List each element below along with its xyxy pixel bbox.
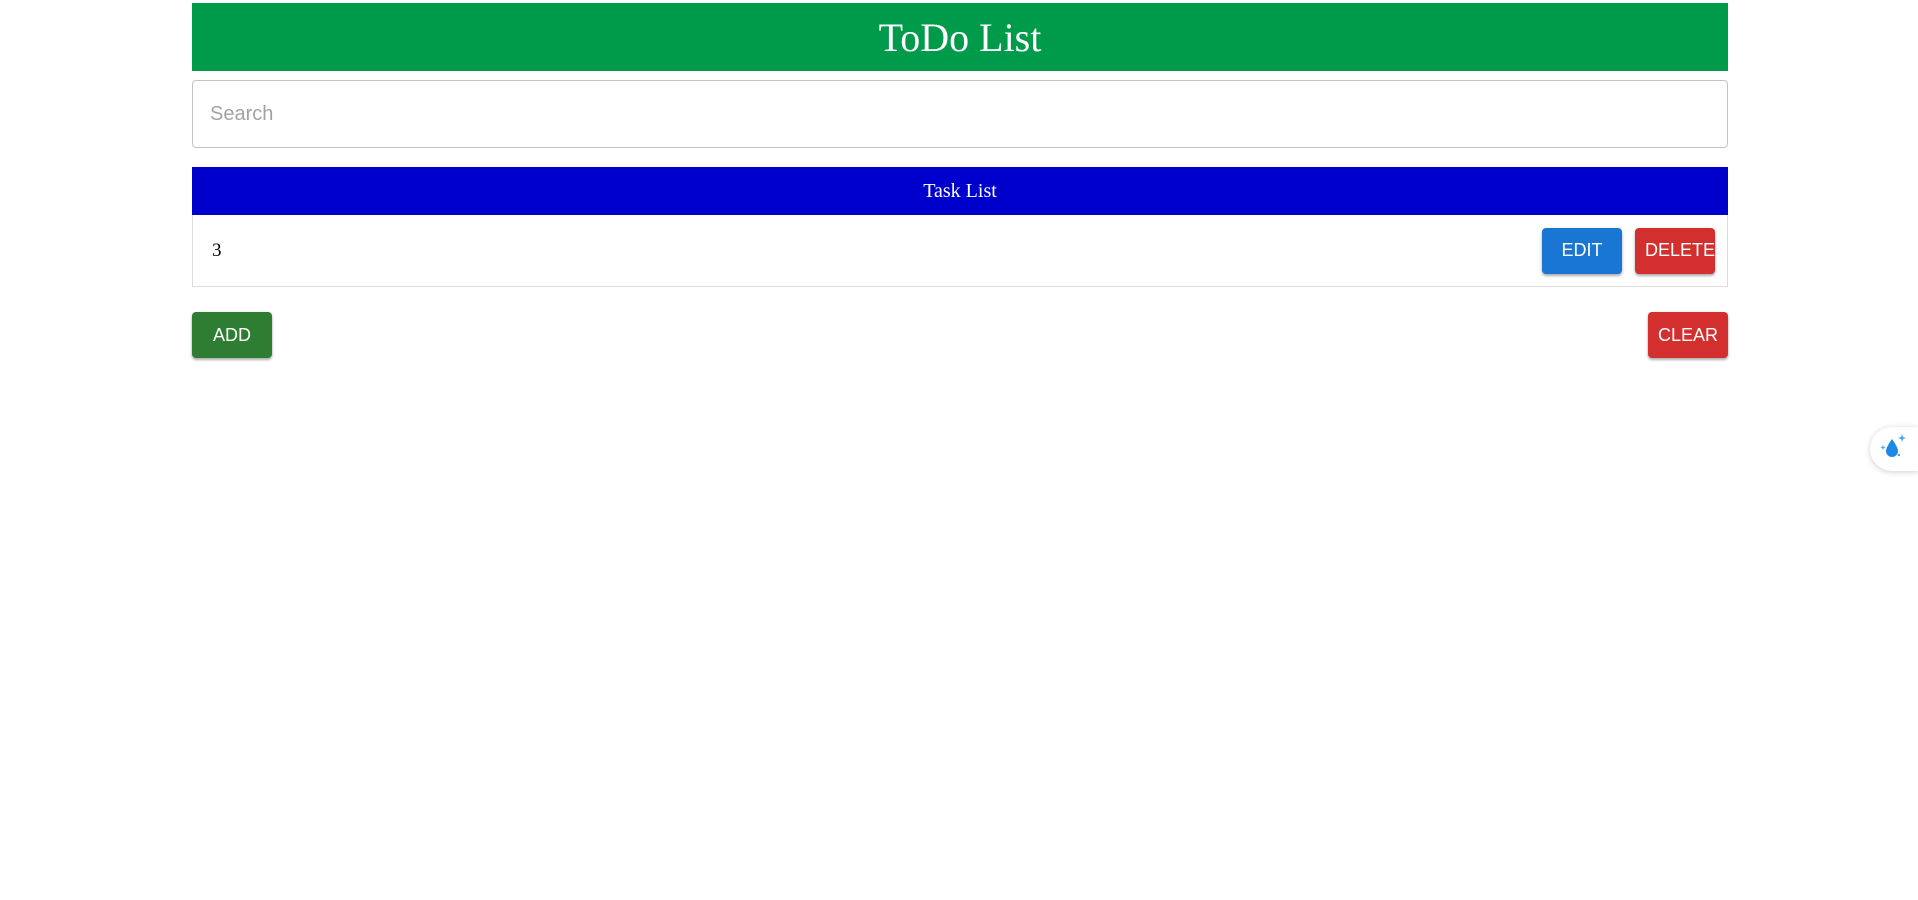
floating-widget-button[interactable] [1870,427,1918,471]
search-input[interactable] [193,81,1727,147]
clear-button[interactable]: CLEAR [1648,312,1728,358]
add-button[interactable]: ADD [192,312,272,358]
edit-button[interactable]: EDIT [1542,227,1622,274]
sparkle-droplet-icon [1878,431,1910,468]
task-text: 3 [212,239,222,261]
search-field[interactable] [192,80,1728,148]
todo-app: ToDo List Task List 3 EDIT DELETE ADD CL… [192,3,1728,358]
delete-button[interactable]: DELETE [1635,227,1715,274]
task-row: 3 EDIT DELETE [192,215,1728,287]
task-list-title: Task List [923,179,997,202]
page-title: ToDo List [878,14,1042,60]
task-list-header: Task List [192,167,1728,215]
action-bar: ADD CLEAR [192,312,1728,358]
app-header: ToDo List [192,3,1728,71]
